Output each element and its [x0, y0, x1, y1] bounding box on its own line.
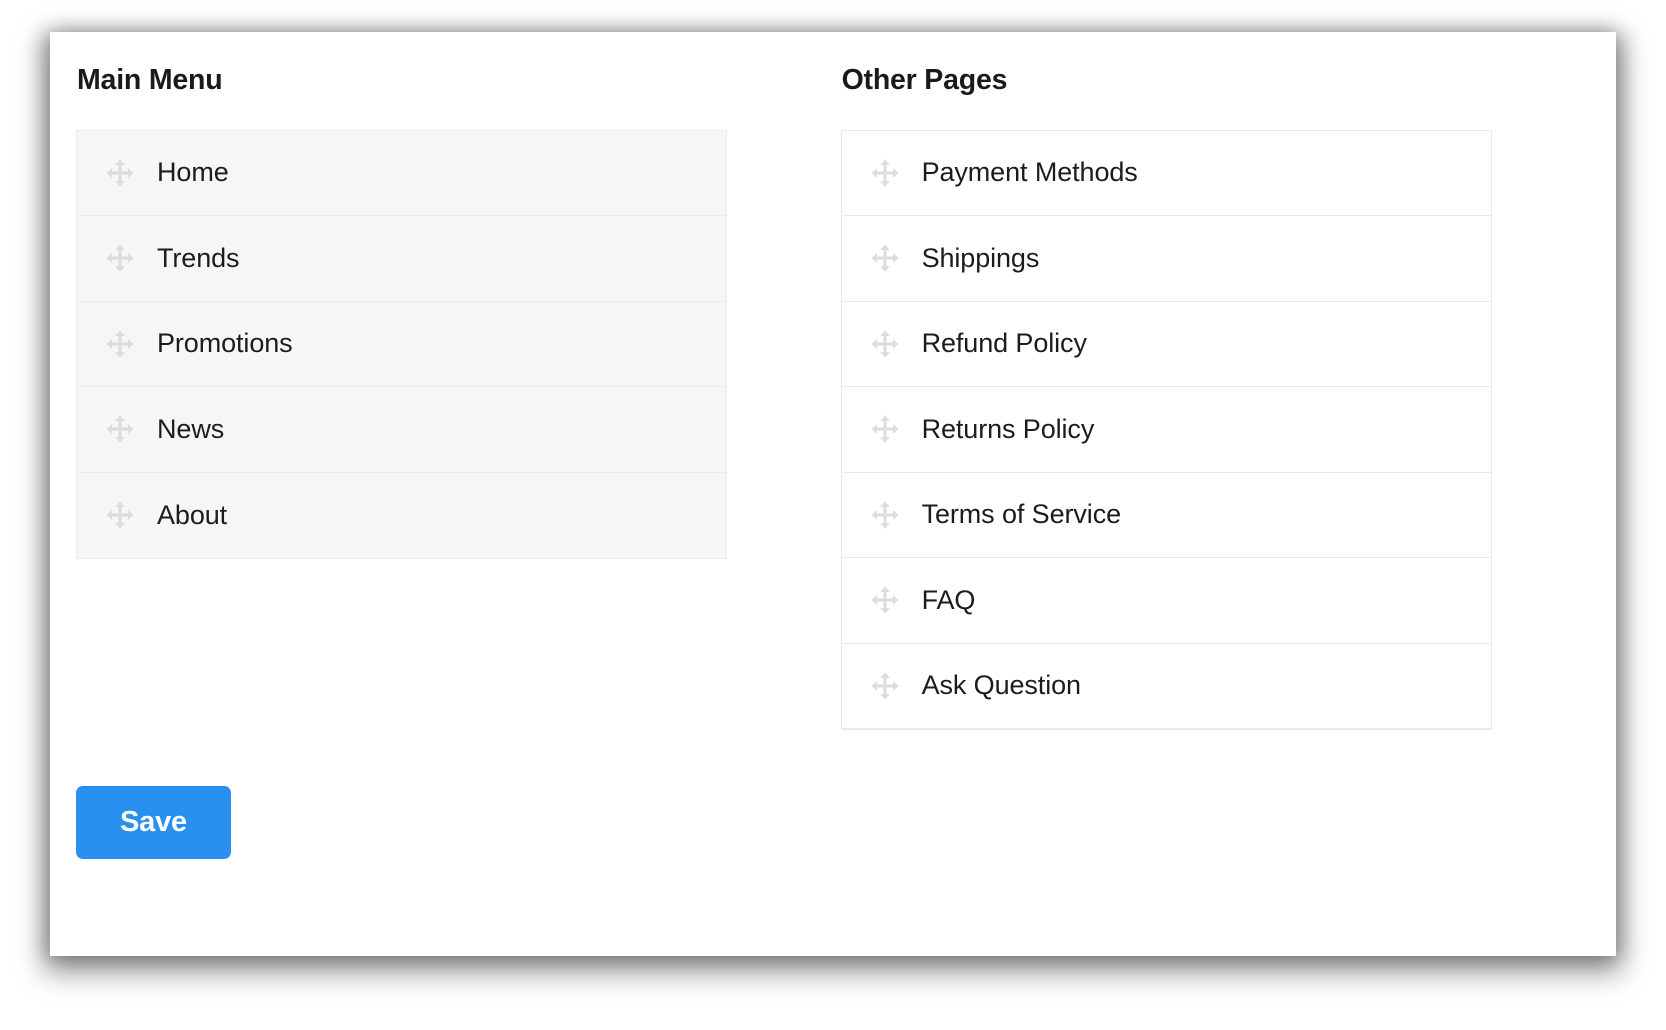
list-item[interactable]: Ask Question — [841, 644, 1491, 729]
other-pages-title: Other Pages — [841, 64, 1008, 96]
list-item-label: Ask Question — [921, 670, 1081, 701]
move-arrows-icon[interactable] — [870, 158, 900, 188]
card-inner: Main Menu Home Trends Promotions News About … — [50, 32, 1616, 956]
list-item[interactable]: Home — [77, 131, 726, 216]
main-menu-title: Main Menu — [77, 64, 223, 96]
list-item-label: Returns Policy — [921, 413, 1095, 444]
sortable-list-other-pages[interactable]: Payment Methods Shippings Refund Policy Ret… — [840, 129, 1492, 730]
list-item[interactable]: Terms of Service — [841, 473, 1491, 558]
list-item-label: Terms of Service — [921, 499, 1122, 530]
move-arrows-icon[interactable] — [105, 500, 135, 530]
sortable-list-main-menu[interactable]: Home Trends Promotions News About — [76, 129, 727, 559]
save-row: Save — [76, 786, 231, 859]
list-item[interactable]: Payment Methods — [841, 131, 1491, 216]
move-arrows-icon[interactable] — [870, 243, 900, 273]
list-item[interactable]: FAQ — [841, 558, 1491, 644]
move-arrows-icon[interactable] — [105, 158, 135, 188]
list-item-label: Trends — [157, 242, 240, 273]
list-item-label: FAQ — [921, 584, 976, 615]
menu-columns: Main Menu Home Trends Promotions News About … — [76, 66, 1590, 730]
move-arrows-icon[interactable] — [870, 414, 900, 444]
move-arrows-icon[interactable] — [870, 671, 900, 701]
list-item[interactable]: Promotions — [77, 302, 726, 387]
list-item[interactable]: About — [77, 473, 726, 559]
list-item-label: Promotions — [157, 328, 293, 359]
sortable-menu-card: Main Menu Home Trends Promotions News About … — [50, 32, 1616, 956]
page-root: Main Menu Home Trends Promotions News About … — [0, 0, 1666, 1030]
move-arrows-icon[interactable] — [870, 585, 900, 615]
move-arrows-icon[interactable] — [105, 414, 135, 444]
column-other-pages: Other Pages Payment Methods Shippings Refu… — [840, 64, 1590, 730]
move-arrows-icon[interactable] — [105, 243, 135, 273]
list-item-label: Refund Policy — [921, 328, 1087, 359]
list-item[interactable]: Returns Policy — [841, 387, 1491, 473]
list-item[interactable]: News — [77, 387, 726, 473]
list-item-label: Payment Methods — [921, 157, 1138, 188]
list-item-label: News — [157, 413, 225, 444]
list-item-label: Home — [157, 157, 229, 188]
list-item[interactable]: Trends — [77, 216, 726, 302]
move-arrows-icon[interactable] — [105, 329, 135, 359]
move-arrows-icon[interactable] — [870, 329, 900, 359]
list-item[interactable]: Refund Policy — [841, 302, 1491, 387]
list-item[interactable]: Shippings — [841, 216, 1491, 302]
column-main-menu: Main Menu Home Trends Promotions News About — [76, 66, 841, 730]
list-item-label: Shippings — [921, 242, 1040, 273]
save-button[interactable]: Save — [76, 786, 231, 859]
list-item-label: About — [157, 499, 228, 530]
move-arrows-icon[interactable] — [870, 500, 900, 530]
